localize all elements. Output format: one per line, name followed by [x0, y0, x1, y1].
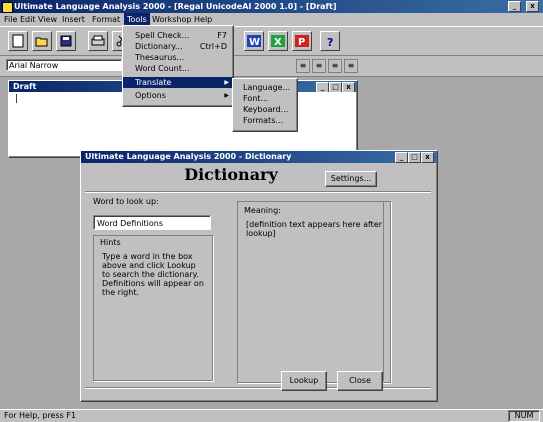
menu-item-options[interactable]: Options ▶ [123, 90, 233, 101]
submenu-arrow-icon: ▶ [224, 92, 229, 99]
document-title: Draft [13, 82, 37, 91]
menu-item-dictionary[interactable]: Dictionary... Ctrl+D [123, 41, 233, 52]
status-text: For Help, press F1 [4, 411, 77, 420]
justify-button[interactable]: ≡ [344, 59, 358, 73]
doc-close-icon[interactable]: x [342, 82, 355, 92]
red-p-icon: P [295, 35, 309, 47]
submenu-item-formats[interactable]: Formats... [233, 115, 297, 126]
dialog-maximize-icon[interactable]: □ [408, 152, 421, 163]
menu-file[interactable]: File [4, 15, 17, 24]
menu-item-thesaurus[interactable]: Thesaurus... [123, 52, 233, 63]
svg-text:W: W [249, 37, 260, 47]
hints-groupbox: Hints Type a word in the box above and c… [93, 235, 213, 381]
open-button[interactable] [32, 31, 52, 51]
menu-item-word-count[interactable]: Word Count... [123, 63, 233, 74]
meaning-panel: Meaning: [definition text appears here a… [237, 201, 391, 383]
dialog-heading: Dictionary [184, 165, 278, 184]
menu-item-translate[interactable]: Translate ▶ [123, 77, 233, 88]
formatting-toolbar: Arial Narrow ≡ ≡ ≡ ≡ [0, 56, 543, 77]
app-icon [2, 2, 13, 13]
dialog-title: Ultimate Language Analysis 2000 - Dictio… [85, 152, 292, 161]
help-button[interactable]: ? [320, 31, 340, 51]
color-w-button[interactable]: W [244, 31, 264, 51]
submenu-item-font[interactable]: Font... [233, 93, 297, 104]
hints-label: Hints [100, 238, 121, 247]
doc-minimize-icon[interactable]: _ [316, 82, 329, 92]
color-x-button[interactable]: X [268, 31, 288, 51]
status-bar: For Help, press F1 NUM [0, 409, 543, 422]
close-button[interactable]: Close [337, 371, 383, 391]
svg-text:?: ? [327, 36, 333, 47]
menu-item-spell-check[interactable]: Spell Check... F7 [123, 30, 233, 41]
meaning-scrollbar[interactable] [383, 201, 388, 381]
new-document-icon [12, 34, 24, 48]
dialog-close-icon[interactable]: x [421, 152, 434, 163]
dialog-minimize-icon[interactable]: _ [395, 152, 408, 163]
hints-text: Type a word in the box above and click L… [102, 252, 204, 297]
main-window-title: Ultimate Language Analysis 2000 - [Regal… [14, 2, 337, 11]
dialog-divider [85, 191, 431, 193]
color-p-button[interactable]: P [292, 31, 312, 51]
printer-icon [91, 35, 105, 46]
font-name-value: Arial Narrow [9, 61, 59, 70]
menu-insert[interactable]: Insert [62, 15, 85, 24]
question-mark-icon: ? [327, 36, 333, 47]
text-cursor: | [15, 94, 19, 104]
menu-bar: File Edit View Insert Format Tools Works… [0, 13, 543, 26]
svg-text:X: X [274, 37, 282, 47]
minimize-icon[interactable]: _ [508, 1, 521, 12]
word-input[interactable]: Word Definitions [93, 215, 211, 230]
standard-toolbar: W X P ? [0, 26, 543, 56]
close-icon[interactable]: x [526, 1, 539, 12]
menu-view[interactable]: View [38, 15, 57, 24]
menu-workshop[interactable]: Workshop [152, 15, 191, 24]
dialog-title-bar[interactable]: Ultimate Language Analysis 2000 - Dictio… [81, 151, 437, 163]
word-input-value: Word Definitions [97, 219, 164, 228]
meaning-label: Meaning: [244, 206, 281, 215]
word-label: Word to look up: [93, 197, 159, 206]
meaning-text: [definition text appears here after look… [246, 220, 383, 238]
svg-text:P: P [298, 37, 305, 47]
dictionary-dialog: Ultimate Language Analysis 2000 - Dictio… [80, 150, 438, 402]
menu-help[interactable]: Help [194, 15, 212, 24]
submenu-item-language[interactable]: Language... [233, 82, 297, 93]
submenu-item-keyboard[interactable]: Keyboard... [233, 104, 297, 115]
blue-w-icon: W [247, 35, 261, 47]
floppy-disk-icon [60, 35, 72, 47]
green-x-icon: X [271, 35, 285, 47]
settings-button[interactable]: Settings... [325, 171, 377, 187]
doc-maximize-icon[interactable]: □ [329, 82, 342, 92]
translate-submenu: Language... Font... Keyboard... Formats.… [232, 78, 298, 132]
submenu-arrow-icon: ▶ [224, 79, 229, 86]
num-lock-indicator: NUM [508, 410, 540, 422]
align-left-button[interactable]: ≡ [296, 59, 310, 73]
folder-open-icon [35, 37, 48, 47]
menu-edit[interactable]: Edit [20, 15, 36, 24]
align-center-button[interactable]: ≡ [312, 59, 326, 73]
new-document-button[interactable] [8, 31, 28, 51]
lookup-button[interactable]: Lookup [281, 371, 327, 391]
font-name-field[interactable]: Arial Narrow [6, 59, 122, 71]
save-button[interactable] [56, 31, 76, 51]
print-button[interactable] [88, 31, 108, 51]
main-title-bar[interactable]: Ultimate Language Analysis 2000 - [Regal… [0, 0, 543, 13]
align-right-button[interactable]: ≡ [328, 59, 342, 73]
menu-format[interactable]: Format [92, 15, 120, 24]
tools-dropdown-menu: Spell Check... F7 Dictionary... Ctrl+D The… [122, 25, 234, 107]
